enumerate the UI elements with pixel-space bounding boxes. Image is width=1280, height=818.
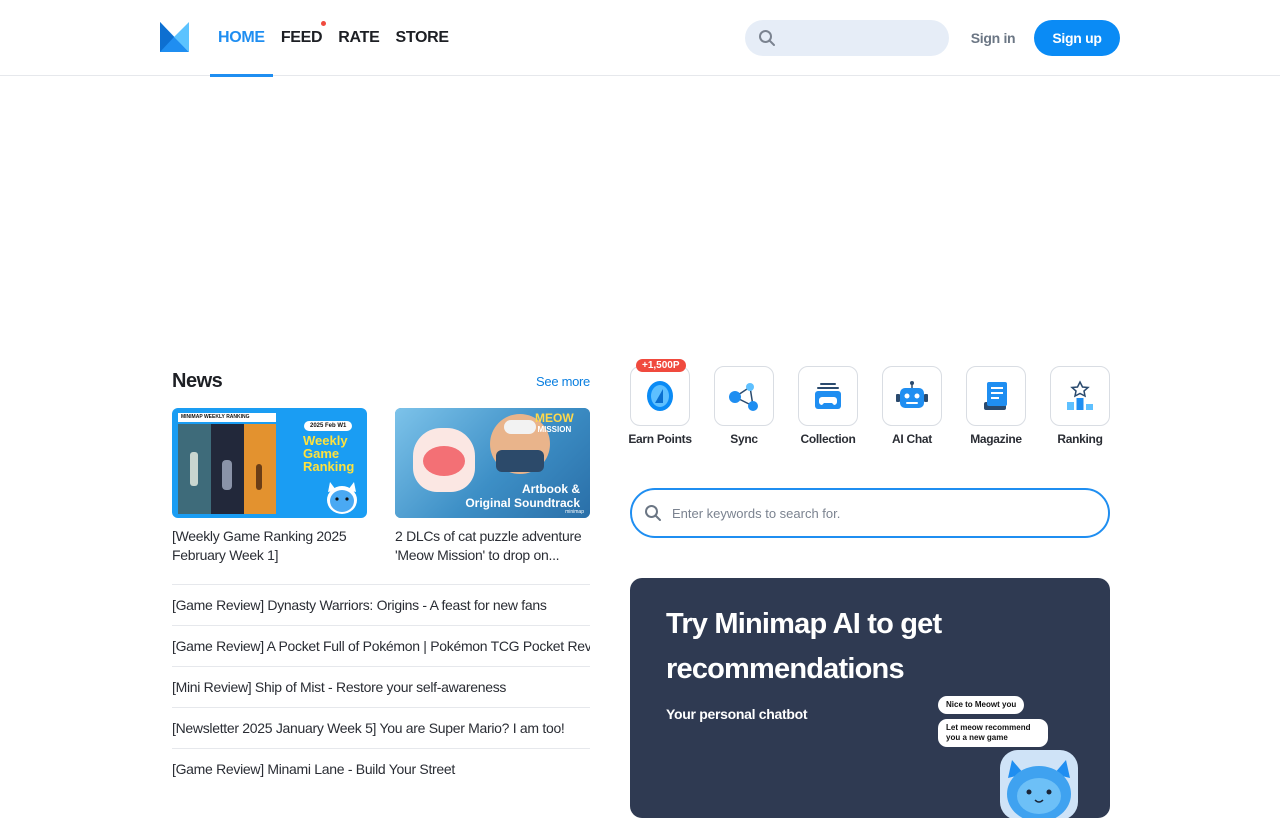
promo-title: Try Minimap AI to get recommendations [666,608,942,685]
search-icon [759,30,775,46]
news-card-thumbnail: MEOW MISSION Artbook & Original Soundtra… [395,408,590,518]
thumbnail-line: Ranking [303,459,355,474]
quick-link-label: Collection [800,432,856,446]
main-search-input[interactable] [672,502,1092,524]
quick-link-icon-box [966,366,1026,426]
quick-link-label: Earn Points [628,432,692,446]
quick-link-label: Magazine [970,432,1022,446]
quick-link-icon-box [882,366,942,426]
nav-store-label: STORE [395,29,449,46]
quick-link-icon-box [1050,366,1110,426]
cat-mascot-icon [1000,750,1078,818]
quick-link-label: Ranking [1057,432,1103,446]
news-card-meow-mission[interactable]: MEOW MISSION Artbook & Original Soundtra… [395,408,590,565]
points-badge: +1,500P [636,359,686,372]
quick-link-ranking[interactable]: Ranking [1050,366,1110,446]
quick-link-collection[interactable]: Collection [798,366,858,446]
collection-icon [815,383,841,409]
news-list-item[interactable]: [Mini Review] Ship of Mist - Restore you… [172,666,590,707]
quick-link-icon-box [714,366,774,426]
thumbnail-date-badge: 2025 Feb W1 [304,421,353,431]
quick-link-icon-box [630,366,690,426]
news-card-title: [Weekly Game Ranking 2025 February Week … [172,528,347,563]
search-icon [645,505,661,521]
coin-icon [647,381,673,411]
chat-bubble: Let meow recommend you a new game [938,719,1048,747]
site-header: HOME FEED RATE STORE Sign in Sign up [0,0,1280,77]
nav-feed[interactable]: FEED [273,0,330,76]
thumbnail-line: Artbook & [522,482,580,496]
news-list-item[interactable]: [Newsletter 2025 January Week 5] You are… [172,707,590,748]
main-nav: HOME FEED RATE STORE [210,0,457,77]
news-list: [Game Review] Dynasty Warriors: Origins … [172,584,590,789]
news-card-title: 2 DLCs of cat puzzle adventure 'Meow Mis… [395,528,582,563]
nav-store[interactable]: STORE [387,0,456,76]
game-logo: MEOW MISSION [535,412,574,436]
thumbnail-headline: Weekly Game Ranking [303,434,354,473]
ai-promo-banner[interactable]: Try Minimap AI to get recommendations Yo… [630,578,1110,818]
see-more-link[interactable]: See more [520,374,590,389]
game-logo-line: MISSION [537,425,572,434]
quick-link-label: Sync [730,432,758,446]
news-heading: News [172,370,223,392]
robot-icon [896,381,928,408]
news-list-item[interactable]: [Game Review] Dynasty Warriors: Origins … [172,584,590,625]
nav-home-label: HOME [218,29,265,46]
main-search-box [630,488,1110,538]
quick-link-icon-box [798,366,858,426]
nav-feed-label: FEED [280,29,323,46]
quick-link-sync[interactable]: Sync [714,366,774,446]
cat-mascot-icon [327,482,357,514]
promo-subtitle: Your personal chatbot [666,706,808,722]
quick-link-earn-points[interactable]: +1,500P Earn Points [628,359,692,446]
news-card-thumbnail: MINIMAP WEEKLY RANKING 2025 Feb W1 Weekl… [172,408,367,518]
ranking-podium-icon [1067,380,1093,410]
sign-up-button[interactable]: Sign up [1034,20,1120,56]
thumbnail-header: MINIMAP WEEKLY RANKING [178,413,276,422]
quick-link-label: AI Chat [892,432,932,446]
game-art-panel [178,424,276,514]
news-card-weekly-ranking[interactable]: MINIMAP WEEKLY RANKING 2025 Feb W1 Weekl… [172,408,367,565]
quick-link-magazine[interactable]: Magazine [966,366,1026,446]
news-list-item[interactable]: [Game Review] Minami Lane - Build Your S… [172,748,590,789]
minimap-logo[interactable] [160,22,189,52]
thumbnail-brand: minimap [565,509,584,515]
nav-home[interactable]: HOME [210,0,273,77]
quick-link-ai-chat[interactable]: AI Chat [882,366,942,446]
nav-rate-label: RATE [338,29,380,46]
notification-dot [321,21,327,26]
sync-nodes-icon [729,383,758,411]
nav-rate[interactable]: RATE [330,0,387,76]
magazine-icon [984,382,1007,410]
thumbnail-line: Original Soundtrack [465,496,580,510]
chat-bubble: Nice to Meowt you [938,696,1025,714]
header-search-input[interactable] [745,20,949,56]
quick-links: +1,500P Earn Points Sync Collection AI C… [628,359,1110,446]
thumbnail-headline: Artbook & Original Soundtrack [465,482,580,510]
game-logo-line: MEOW [535,411,574,425]
news-list-item[interactable]: [Game Review] A Pocket Full of Pokémon |… [172,625,590,666]
cat-face-icon [1007,760,1071,818]
sign-in-link[interactable]: Sign in [958,20,1028,56]
